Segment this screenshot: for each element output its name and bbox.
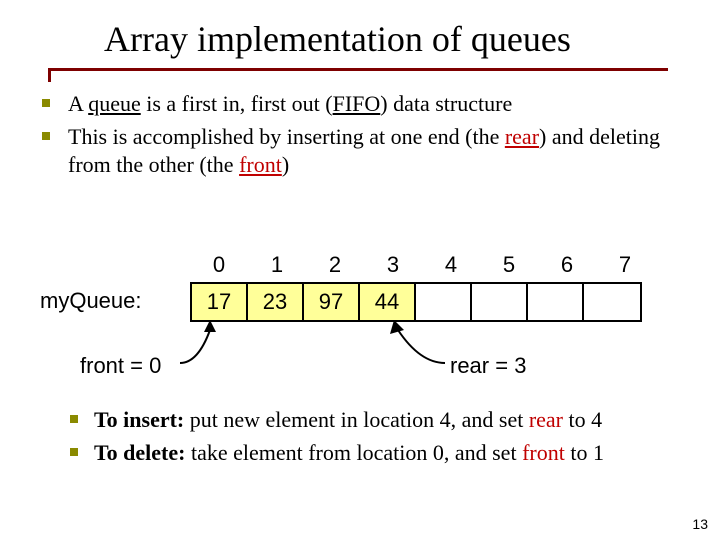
front-arrow — [170, 318, 230, 368]
text: to 1 — [565, 440, 604, 465]
bullet-1: A queue is a first in, first out (FIFO) … — [36, 90, 690, 119]
text: is a first in, first out ( — [141, 91, 333, 116]
body-text: A queue is a first in, first out (FIFO) … — [36, 90, 690, 184]
underline-fifo: FIFO — [333, 91, 381, 116]
array-label: myQueue: — [40, 288, 142, 314]
title-underline — [48, 68, 668, 71]
term-front: front — [239, 152, 282, 177]
index-3: 3 — [364, 252, 422, 278]
cell-7 — [584, 284, 640, 320]
index-5: 5 — [480, 252, 538, 278]
index-0: 0 — [190, 252, 248, 278]
cell-4 — [416, 284, 472, 320]
bullet-2: This is accomplished by inserting at one… — [36, 123, 690, 180]
cell-5 — [472, 284, 528, 320]
rear-arrow — [380, 318, 460, 368]
text: take element from location 0, and set — [185, 440, 522, 465]
cell-row: 17 23 97 44 — [190, 282, 642, 322]
index-1: 1 — [248, 252, 306, 278]
index-7: 7 — [596, 252, 654, 278]
underline-queue: queue — [88, 91, 141, 116]
term-front: front — [522, 440, 565, 465]
index-row: 0 1 2 3 4 5 6 7 — [190, 252, 654, 278]
cell-1: 23 — [248, 284, 304, 320]
title-tick — [48, 68, 51, 82]
term-rear: rear — [529, 407, 563, 432]
term-rear: rear — [505, 124, 539, 149]
text: A — [68, 91, 88, 116]
delete-bullet: To delete: take element from location 0,… — [66, 439, 690, 468]
insert-bullet: To insert: put new element in location 4… — [66, 406, 690, 435]
delete-bold: To delete: — [94, 440, 185, 465]
cell-3: 44 — [360, 284, 416, 320]
index-4: 4 — [422, 252, 480, 278]
text: ) — [282, 152, 289, 177]
text: to 4 — [563, 407, 602, 432]
insert-bold: To insert: — [94, 407, 184, 432]
cell-6 — [528, 284, 584, 320]
bottom-bullets: To insert: put new element in location 4… — [42, 402, 690, 471]
slide-title: Array implementation of queues — [104, 18, 571, 60]
rear-pointer-label: rear = 3 — [450, 353, 526, 379]
text: This is accomplished by inserting at one… — [68, 124, 505, 149]
front-pointer-label: front = 0 — [80, 353, 161, 379]
cell-0: 17 — [192, 284, 248, 320]
index-2: 2 — [306, 252, 364, 278]
text: put new element in location 4, and set — [184, 407, 529, 432]
slide: Array implementation of queues A queue i… — [0, 0, 720, 540]
cell-2: 97 — [304, 284, 360, 320]
index-6: 6 — [538, 252, 596, 278]
page-number: 13 — [692, 516, 708, 532]
text: ) data structure — [380, 91, 512, 116]
